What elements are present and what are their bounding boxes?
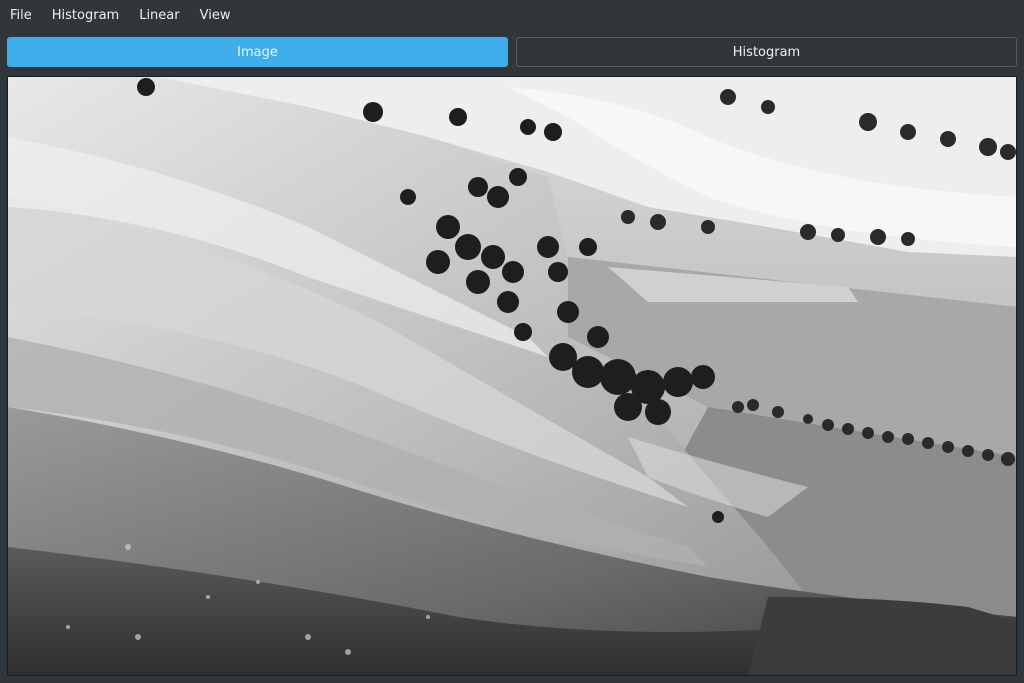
image-viewer[interactable] <box>7 76 1017 676</box>
menu-file[interactable]: File <box>0 0 42 32</box>
landscape-photo <box>8 77 1016 675</box>
menu-bar: File Histogram Linear View <box>0 0 1024 32</box>
tab-histogram[interactable]: Histogram <box>516 37 1017 67</box>
view-tab-bar: Image Histogram <box>7 37 1017 69</box>
tab-image[interactable]: Image <box>7 37 508 67</box>
menu-view[interactable]: View <box>190 0 241 32</box>
menu-linear[interactable]: Linear <box>129 0 189 32</box>
menu-histogram[interactable]: Histogram <box>42 0 129 32</box>
